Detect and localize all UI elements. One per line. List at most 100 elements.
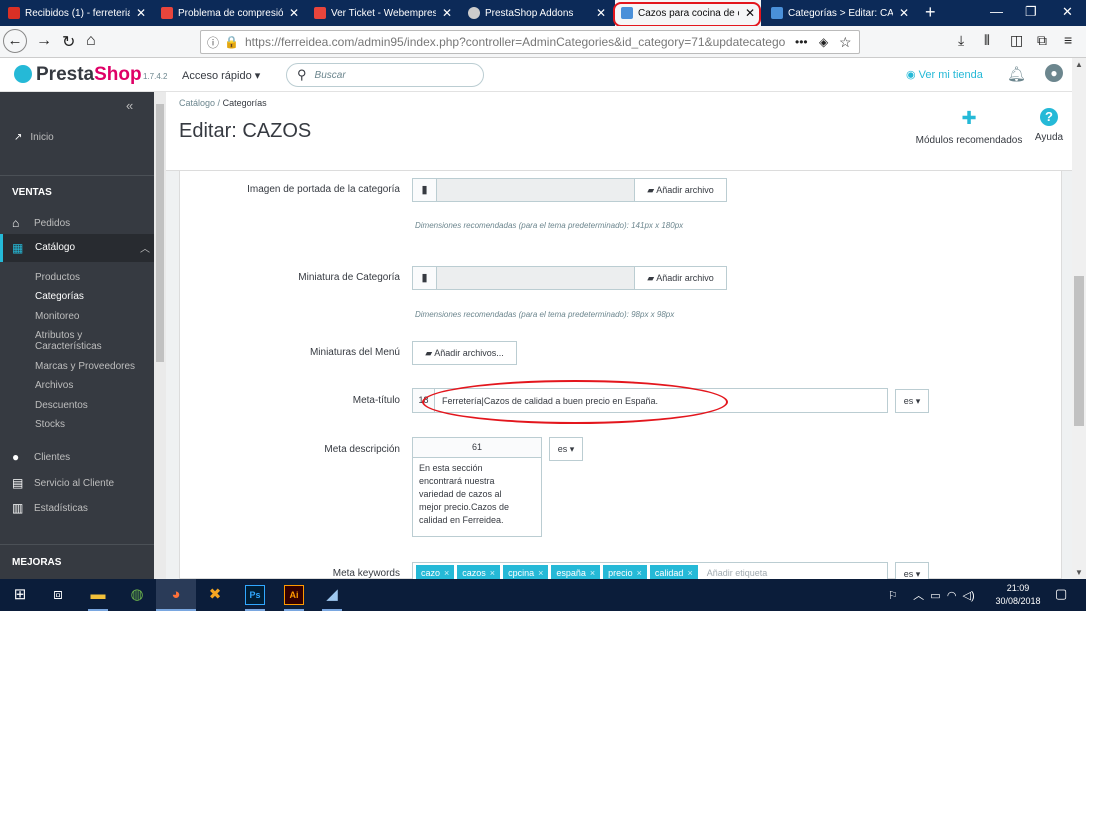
close-icon[interactable]: ✕ — [745, 6, 755, 20]
volume-icon[interactable]: ◁) — [963, 590, 975, 602]
search-input[interactable]: ⚲ Buscar — [286, 63, 484, 87]
sidebar-toggle-icon[interactable]: ◫ — [1010, 32, 1023, 49]
show-hidden-icons-icon[interactable]: ︿ — [913, 590, 924, 602]
meta-title-language-dropdown[interactable]: es ▾ — [895, 389, 929, 413]
add-file-button[interactable]: ▰ Añadir archivo — [634, 179, 726, 201]
sidebar-subitem-categorias[interactable]: Categorías — [35, 291, 84, 302]
cover-image-file-input[interactable]: ▮ ▰ Añadir archivo — [412, 178, 727, 202]
notifications-bell-icon[interactable]: 🔔︎ — [1007, 65, 1026, 83]
add-file-button[interactable]: ▰ Añadir archivo — [634, 267, 726, 289]
browser-tab-problema[interactable]: Problema de compresión ✕ — [155, 0, 305, 26]
new-tab-icon[interactable]: + — [925, 2, 936, 22]
address-bar[interactable]: ⓘ 🔒 https://ferreidea.com/admin95/index.… — [200, 30, 860, 54]
scrollbar-thumb[interactable] — [1074, 276, 1084, 426]
add-files-label: Añadir archivos... — [434, 348, 504, 358]
sidebar-subitem-descuentos[interactable]: Descuentos — [35, 400, 88, 411]
system-tray[interactable]: ⚐ ︿ ▭ ◠ ◁) — [888, 587, 975, 603]
windows-start-icon[interactable]: ⊞ — [10, 585, 30, 605]
sidebar-scrollbar[interactable] — [154, 92, 166, 579]
browser-toolbar: ← → ↻ ⌂ ⓘ 🔒 https://ferreidea.com/admin9… — [0, 26, 1086, 58]
thumbnail-file-input[interactable]: ▮ ▰ Añadir archivo — [412, 266, 727, 290]
meta-title-input[interactable]: 18 Ferretería|Cazos de calidad a buen pr… — [412, 388, 888, 413]
close-icon[interactable]: ✕ — [136, 6, 146, 20]
taskbar-clock[interactable]: 21:09 30/08/2018 — [992, 582, 1044, 608]
meta-description-language-dropdown[interactable]: es ▾ — [549, 437, 583, 461]
sidebar-subitem-archivos[interactable]: Archivos — [35, 380, 73, 391]
breadcrumb-categorias[interactable]: Categorías — [223, 98, 267, 108]
page-scrollbar[interactable]: ▲ ▼ — [1072, 58, 1086, 579]
meta-description-textarea[interactable]: En esta sección encontrará nuestra varie… — [412, 458, 542, 537]
recommended-modules-button[interactable]: ✚ Módulos recomendados — [914, 108, 1024, 146]
browser-tab-cazos[interactable]: Cazos para cocina de cal ✕ — [615, 0, 761, 26]
notification-center-icon[interactable]: ▢ — [1055, 586, 1067, 602]
sidebar-subitem-marcas[interactable]: Marcas y Proveedores — [35, 361, 135, 372]
sidebar-item-inicio[interactable]: ↗ Inicio — [14, 132, 54, 143]
add-tag-input[interactable]: Añadir etiqueta — [707, 568, 768, 578]
wifi-icon[interactable]: ◠ — [947, 590, 957, 602]
close-icon[interactable]: ✕ — [442, 6, 452, 20]
scroll-down-icon[interactable]: ▼ — [1075, 568, 1083, 577]
remove-tag-icon[interactable]: × — [590, 568, 595, 578]
illustrator-icon[interactable]: Ai — [284, 585, 304, 605]
add-files-button[interactable]: ▰ Añadir archivos... — [412, 341, 517, 365]
file-explorer-icon[interactable]: ▬ — [88, 585, 108, 605]
sidebar-divider — [0, 175, 154, 176]
remove-tag-icon[interactable]: × — [637, 568, 642, 578]
meta-title-value[interactable]: Ferretería|Cazos de calidad a buen preci… — [435, 396, 658, 406]
remove-tag-icon[interactable]: × — [444, 568, 449, 578]
back-arrow-icon[interactable]: ← — [3, 29, 27, 53]
browser-tab-addons[interactable]: PrestaShop Addons ✕ — [462, 0, 612, 26]
sidebar-item-clientes[interactable]: ● Clientes — [12, 450, 70, 464]
view-store-link[interactable]: ◉ Ver mi tienda — [906, 68, 983, 81]
remove-tag-icon[interactable]: × — [687, 568, 692, 578]
chrome-icon[interactable]: ◍ — [127, 585, 147, 605]
file-name-field[interactable] — [437, 267, 634, 289]
sidebar-subitem-monitoreo[interactable]: Monitoreo — [35, 311, 79, 322]
sidebar-subitem-stocks[interactable]: Stocks — [35, 419, 65, 430]
library-icon[interactable]: ⫴ — [984, 32, 990, 49]
help-button[interactable]: ? Ayuda — [1032, 108, 1066, 143]
close-icon[interactable]: ✕ — [899, 6, 909, 20]
browser-tab-recibidos[interactable]: Recibidos (1) - ferreteria ✕ — [2, 0, 152, 26]
restore-icon[interactable]: ❐ — [1025, 4, 1037, 20]
photoshop-icon[interactable]: Ps — [245, 585, 265, 605]
info-icon[interactable]: ⓘ — [207, 34, 219, 51]
task-view-icon[interactable]: ⧈ — [48, 585, 68, 605]
scroll-up-icon[interactable]: ▲ — [1075, 60, 1083, 69]
user-account-icon[interactable]: ● — [1045, 64, 1063, 82]
file-name-field[interactable] — [437, 179, 634, 201]
filezilla-icon[interactable]: ✖ — [205, 585, 225, 605]
sidebar-item-catalogo[interactable]: ▦ Catálogo ︿ — [0, 234, 154, 262]
sidebar-subitem-atributos[interactable]: Atributos y Características — [35, 330, 102, 352]
extension-icon[interactable]: ⧉ — [1037, 32, 1047, 49]
remove-tag-icon[interactable]: × — [538, 568, 543, 578]
close-window-icon[interactable]: ✕ — [1062, 4, 1073, 20]
sidebar-subitem-productos[interactable]: Productos — [35, 272, 80, 283]
minimize-icon[interactable]: — — [990, 4, 1003, 19]
close-icon[interactable]: ✕ — [596, 6, 606, 20]
download-icon[interactable]: ⤓ — [958, 32, 964, 49]
sidebar-item-estadisticas[interactable]: ▥ Estadísticas — [12, 501, 88, 515]
quick-access-dropdown[interactable]: Acceso rápido ▾ — [182, 69, 260, 82]
browser-tab-categorias[interactable]: Categorías > Editar: CAZ ✕ — [765, 0, 915, 26]
home-icon[interactable]: ⌂ — [86, 32, 96, 50]
breadcrumb-catalogo[interactable]: Catálogo — [179, 98, 215, 108]
menu-icon[interactable]: ≡ — [1064, 32, 1072, 48]
prestashop-logo[interactable]: PrestaShop — [14, 64, 142, 86]
remove-tag-icon[interactable]: × — [490, 568, 495, 578]
reload-icon[interactable]: ↻ — [62, 32, 75, 52]
pocket-icon[interactable]: ◈ — [819, 35, 828, 49]
app-icon[interactable]: ◢ — [322, 585, 342, 605]
forward-arrow-icon[interactable]: → — [36, 32, 52, 50]
people-icon[interactable]: ⚐ — [888, 590, 898, 602]
collapse-sidebar-icon[interactable]: « — [126, 98, 133, 113]
bookmark-star-icon[interactable]: ☆ — [839, 34, 852, 51]
scrollbar-thumb[interactable] — [156, 104, 164, 362]
sidebar-item-servicio[interactable]: ▤ Servicio al Cliente — [12, 476, 114, 490]
sidebar-item-pedidos[interactable]: ⌂ Pedidos — [12, 216, 70, 230]
browser-tab-ticket[interactable]: Ver Ticket - Webempresa ✕ — [308, 0, 458, 26]
close-icon[interactable]: ✕ — [289, 6, 299, 20]
page-actions-icon[interactable]: ••• — [795, 35, 808, 49]
firefox-icon[interactable]: ◕ — [166, 585, 186, 605]
battery-icon[interactable]: ▭ — [930, 590, 940, 602]
